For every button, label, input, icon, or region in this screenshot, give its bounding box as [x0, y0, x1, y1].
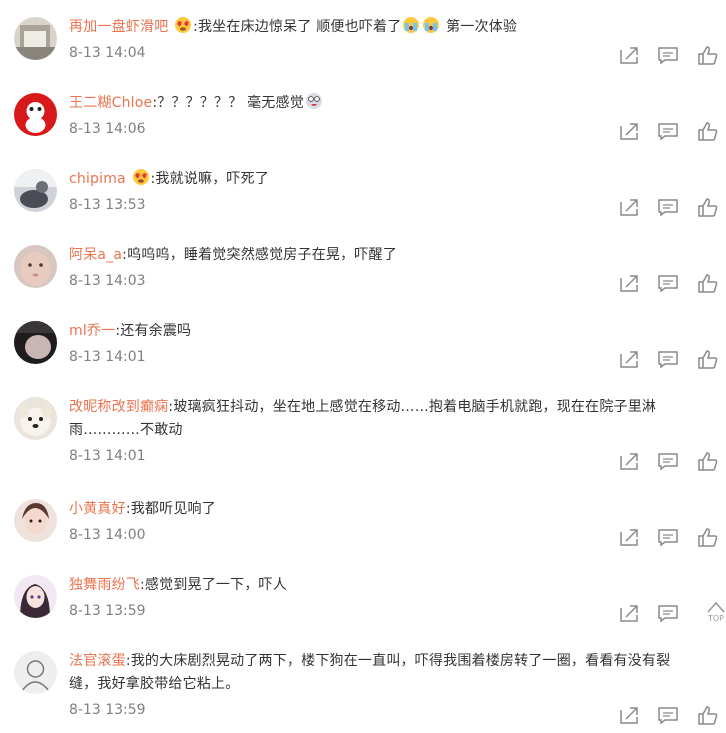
comment-time: 8-13 14:06: [69, 121, 146, 137]
comment-time: 8-13 14:03: [69, 273, 146, 289]
like-icon[interactable]: [697, 526, 719, 548]
comment-icon[interactable]: [657, 272, 679, 294]
comment-time: 8-13 13:53: [69, 197, 146, 213]
chevron-up-icon: [707, 601, 725, 613]
crying-emoji: [422, 16, 440, 34]
comment-icon[interactable]: [657, 602, 679, 624]
username-link[interactable]: ml乔一: [69, 323, 115, 339]
comment-icon[interactable]: [657, 526, 679, 548]
comment-icon[interactable]: [657, 120, 679, 142]
share-icon[interactable]: [618, 450, 640, 472]
username-link[interactable]: chipima: [69, 171, 126, 187]
user-avatar[interactable]: [14, 93, 57, 136]
like-icon[interactable]: [697, 44, 719, 66]
comment-icon[interactable]: [657, 348, 679, 370]
share-icon[interactable]: [618, 704, 640, 726]
user-avatar[interactable]: [14, 499, 57, 542]
share-icon[interactable]: [618, 348, 640, 370]
share-icon[interactable]: [618, 602, 640, 624]
back-to-top-label: TOP: [707, 614, 724, 623]
heart-eyes-emoji: [132, 168, 150, 186]
username-link[interactable]: 王二糊Chloe: [69, 95, 152, 111]
user-avatar[interactable]: [14, 575, 57, 618]
comment-icon[interactable]: [657, 704, 679, 726]
comment-time: 8-13 13:59: [69, 603, 146, 619]
like-icon[interactable]: [697, 704, 719, 726]
share-icon[interactable]: [618, 44, 640, 66]
share-icon[interactable]: [618, 272, 640, 294]
username-link[interactable]: 改昵称改到癫痫: [69, 399, 168, 415]
crazy-face-emoji: [305, 92, 323, 110]
username-link[interactable]: 法官滚蛋: [69, 653, 126, 669]
share-icon[interactable]: [618, 526, 640, 548]
comment-text: 独舞雨纷飞:感觉到晃了一下，吓人: [69, 577, 287, 593]
username-link[interactable]: 阿呆a_a: [69, 247, 122, 263]
comment-text: 法官滚蛋:我的大床剧烈晃动了两下，楼下狗在一直叫，吓得我围着楼房转了一圈，看看有…: [69, 653, 671, 669]
comment-list: 再加一盘虾滑吧 :我坐在床边惊呆了 顺便也吓着了 第一次体验 8-13 14:0…: [0, 0, 726, 733]
user-avatar[interactable]: [14, 17, 57, 60]
like-icon[interactable]: [697, 196, 719, 218]
comment-text: 小黄真好:我都听见响了: [69, 501, 216, 517]
comment-icon[interactable]: [657, 196, 679, 218]
crying-emoji: [402, 16, 420, 34]
like-icon[interactable]: [697, 348, 719, 370]
user-avatar[interactable]: [14, 169, 57, 212]
user-avatar[interactable]: [14, 245, 57, 288]
comment-text: 阿呆a_a:呜呜呜，睡着觉突然感觉房子在晃，吓醒了: [69, 247, 397, 263]
comment-time: 8-13 14:01: [69, 448, 146, 464]
share-icon[interactable]: [618, 120, 640, 142]
like-icon[interactable]: [697, 272, 719, 294]
comment-text: 改昵称改到癫痫:玻璃疯狂抖动，坐在地上感觉在移动……抱着电脑手机就跑，现在在院子…: [69, 399, 657, 415]
comment-text: ml乔一:还有余震吗: [69, 323, 192, 339]
comment-text: chipima :我就说嘛，吓死了: [69, 168, 696, 191]
username-link[interactable]: 再加一盘虾滑吧: [69, 19, 168, 35]
heart-eyes-emoji: [174, 16, 192, 34]
comment-time: 8-13 14:00: [69, 527, 146, 543]
comment-time: 8-13 13:59: [69, 702, 146, 718]
like-icon[interactable]: [697, 120, 719, 142]
share-icon[interactable]: [618, 196, 640, 218]
user-avatar[interactable]: [14, 651, 57, 694]
comment-time: 8-13 14:01: [69, 349, 146, 365]
username-link[interactable]: 独舞雨纷飞: [69, 577, 140, 593]
comment-text: 王二糊Chloe:？？？？？？ 毫无感觉: [69, 92, 696, 115]
comment-icon[interactable]: [657, 44, 679, 66]
user-avatar[interactable]: [14, 397, 57, 440]
username-link[interactable]: 小黄真好: [69, 501, 126, 517]
comment-time: 8-13 14:04: [69, 45, 146, 61]
user-avatar[interactable]: [14, 321, 57, 364]
comment-text-continued: 雨…………不敢动: [69, 422, 183, 438]
back-to-top-button[interactable]: TOP: [702, 600, 726, 634]
like-icon[interactable]: [697, 450, 719, 472]
comment-text-continued: 缝，我好拿胶带给它粘上。: [69, 676, 240, 692]
comment-icon[interactable]: [657, 450, 679, 472]
comment-text: 再加一盘虾滑吧 :我坐在床边惊呆了 顺便也吓着了 第一次体验: [69, 16, 696, 39]
